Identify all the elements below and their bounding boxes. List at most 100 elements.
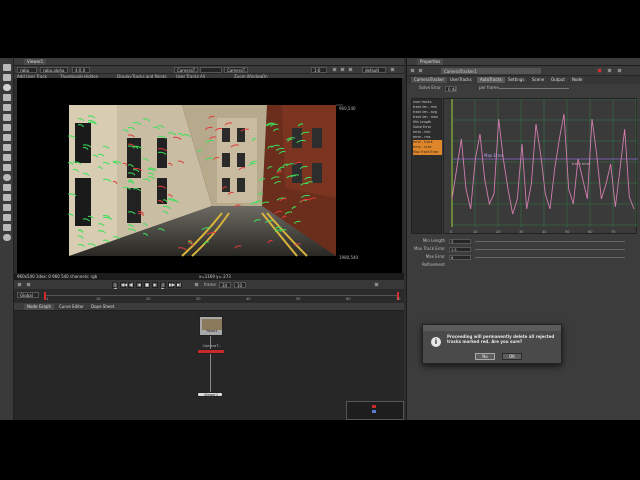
node-graph-panel[interactable]: Node Graph Curve Editor Dope Sheet Read1… [14,303,404,420]
other-tool-icon[interactable] [3,204,11,211]
close-panel-icon[interactable] [617,68,622,73]
solve-error-row: Solve Error 0.48 per frame [407,84,640,93]
toolsets-tool-icon[interactable] [3,194,11,201]
play-backward-button[interactable]: ◀ [136,282,142,288]
input-b-select[interactable]: CameraT... [224,67,248,73]
property-row-field[interactable]: 6 [449,255,471,260]
lut-select[interactable]: default [362,67,386,73]
graph-x-tick: 70 [611,230,615,234]
timeline[interactable]: Global 1 10 20 30 40 50 60 70 [14,289,404,303]
draw-tool-icon[interactable] [3,74,11,81]
properties-panel: Properties CameraTracker1 CameraTracker … [406,58,640,420]
dialog-message: Proceeding will permanently delete all r… [447,334,555,344]
property-row-slider[interactable] [475,241,625,242]
track-error-plot: Max Error track error 0 10 20 30 40 50 60 70 [450,98,638,234]
revert-icon[interactable] [418,68,423,73]
timeline-mode-select[interactable]: Global [17,292,39,298]
prev-key-button[interactable]: ◀◀ [120,282,127,288]
prev-frame-button[interactable]: ◀| [128,282,134,288]
viewer-node[interactable]: Viewer1 [197,392,223,397]
frame-field[interactable]: 34 [219,282,231,288]
merge-tool-icon[interactable] [3,134,11,141]
graph-x-tick: 20 [496,230,500,234]
viewer-canvas[interactable]: 960,540 1980,540 [17,78,402,273]
tab-node-graph[interactable]: Node Graph [24,304,54,310]
filter-tool-icon[interactable] [3,114,11,121]
alpha-select[interactable]: rgba.alpha [40,67,68,73]
solve-error-label: Solve Error [419,85,441,90]
dialog-no-button[interactable]: No [475,353,495,360]
tab-cameratracker[interactable]: CameraTracker [411,77,448,83]
keyer-tool-icon[interactable] [3,124,11,131]
property-row: Max Track Error 1.5 [411,246,637,253]
node-state-icon[interactable] [597,68,602,73]
read-node[interactable]: Read1 [199,316,223,336]
viewer-toolbar-1: rgba rgba.alpha 4:0.0 CameraT... CameraT… [14,66,404,74]
out-point-icon[interactable] [374,282,379,287]
image-tool-icon[interactable] [3,64,11,71]
node-name-field[interactable]: CameraTracker1 [441,68,541,74]
play-forward-button[interactable]: ▶ [152,282,158,288]
tab-curve-editor[interactable]: Curve Editor [56,304,87,310]
color-tool-icon[interactable] [3,104,11,111]
tab-settings[interactable]: Settings [505,77,528,83]
curve-list-item[interactable]: Max Track Error [413,150,442,155]
tab-usertracks[interactable]: UserTracks [447,77,475,83]
timeline-track [44,295,399,296]
tracker-node-label: CameraT... [202,344,222,348]
property-row-field[interactable]: 3 [449,239,471,244]
property-row-field[interactable]: 1.5 [449,247,471,252]
roi-icon[interactable] [340,67,345,72]
loop-icon[interactable] [26,282,31,287]
views-tool-icon[interactable] [3,164,11,171]
transport-bar: |◀ ◀◀ ◀| ◀ ■ ▶ |▶ ▶▶ ▶| frame 34 10 [14,280,404,291]
gamma-field[interactable]: 1:0 [311,67,327,73]
tab-viewer1[interactable]: Viewer1 [24,59,47,65]
solve-error-field[interactable]: 0.48 [445,86,457,92]
tab-dope-sheet[interactable]: Dope Sheet [88,304,118,310]
wipe-select[interactable] [200,67,222,73]
graph-x-tick: 0 [450,230,452,234]
property-row: Min Length 3 [411,238,637,245]
stop-button[interactable]: ■ [144,282,150,288]
furnace-tool-icon[interactable] [3,214,11,221]
in-point-icon[interactable] [17,282,22,287]
graph-x-tick: 60 [588,230,592,234]
gain-field[interactable]: 4:0.0 [72,67,90,73]
camera-tracker-node[interactable]: CameraT... [197,344,225,354]
graph-navigator[interactable] [346,401,404,420]
property-row-slider[interactable] [475,257,625,258]
particles-tool-icon[interactable] [3,184,11,191]
metadata-tool-icon[interactable] [3,174,11,181]
last-frame-button[interactable]: ▶| [176,282,182,288]
input-a-select[interactable]: CameraT... [174,67,198,73]
channel-select[interactable]: rgba [17,67,37,73]
settings-tool-icon[interactable] [3,234,11,241]
next-frame-button[interactable]: |▶ [160,282,166,291]
transform-tool-icon[interactable] [3,144,11,151]
first-frame-button[interactable]: |◀ [112,282,118,291]
viewer-settings-icon[interactable] [390,67,395,72]
tab-node[interactable]: Node [569,77,586,83]
next-key-button[interactable]: ▶▶ [168,282,175,288]
ocula-tool-icon[interactable] [3,224,11,231]
property-row-label: Min Length [422,238,445,243]
3d-tool-icon[interactable] [3,154,11,161]
node-color-icon[interactable] [410,68,415,73]
tab-scene[interactable]: Scene [529,77,548,83]
track-error-graph[interactable]: Max Error track error 0 10 20 30 40 50 60 70 [443,98,638,234]
solve-error-slider[interactable] [499,88,569,89]
playback-mode-icon[interactable] [194,282,199,287]
property-row-slider[interactable] [475,249,625,250]
tab-output[interactable]: Output [548,77,568,83]
channel-tool-icon[interactable] [3,94,11,101]
fps-field[interactable]: 10 [234,282,246,288]
time-tool-icon[interactable] [3,84,11,91]
dialog-ok-button[interactable]: OK [502,353,522,360]
float-panel-icon[interactable] [607,68,612,73]
tab-properties[interactable]: Properties [417,59,444,65]
proxy-icon[interactable] [332,67,337,72]
clip-warning-icon[interactable] [348,67,353,72]
timeline-tick-label: 20 [146,297,151,301]
tab-autotracks[interactable]: AutoTracks [477,77,505,83]
